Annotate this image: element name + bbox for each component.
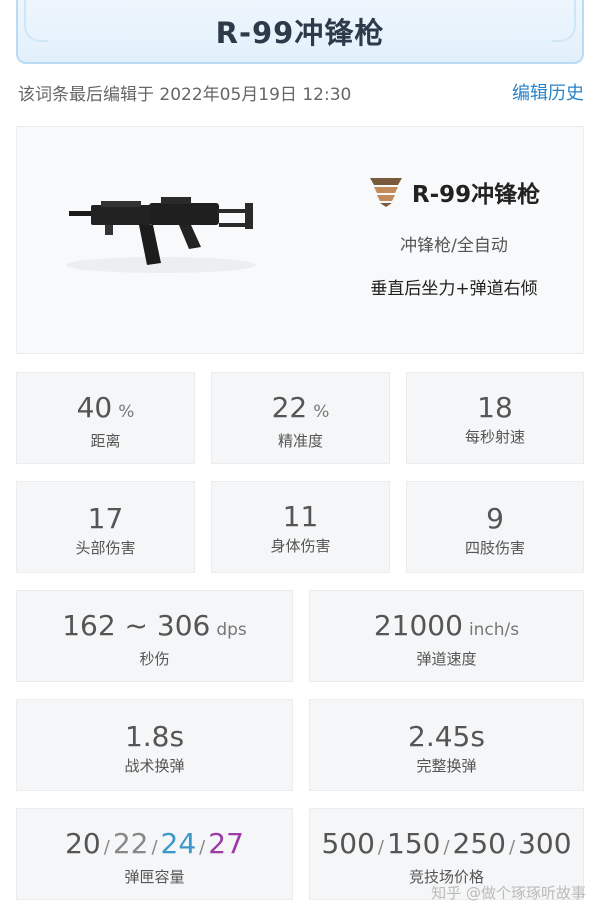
stat-body-damage: 11 身体伤害 [211,481,390,573]
stat-value: 162 ~ 306 [62,609,211,642]
edit-meta: 该词条最后编辑于 2022年05月19日 12:30 编辑历史 [18,78,584,106]
stat-label: 弹匣容量 [124,868,185,886]
stat-value: 1.8s [124,720,185,753]
price-value: 250 [452,827,506,860]
stat-label: 战术换弹 [124,757,185,775]
last-edited-text: 该词条最后编辑于 2022年05月19日 12:30 [18,84,352,105]
stat-limb-damage: 9 四肢伤害 [406,481,584,573]
stat-tactical-reload: 1.8s 战术换弹 [16,699,293,791]
stat-label: 弹道速度 [416,650,477,668]
stat-label: 秒伤 [139,650,170,668]
watermark: 知乎 @做个琢琢听故事 [431,884,586,902]
stat-value: 22 [271,391,308,424]
stat-label: 精准度 [277,432,323,450]
weapon-name: R-99冲锋枪 [411,182,541,208]
stat-accuracy: 22% 精准度 [211,372,390,464]
stat-full-reload: 2.45s 完整换弹 [309,699,584,791]
weapon-recoil: 垂直后坐力+弹道右倾 [370,279,538,299]
magazine-value: 24 [160,827,197,860]
stat-magazine: 20/22/24/27 弹匣容量 [16,808,293,900]
magazine-value: 20 [65,827,101,860]
magazine-value: 22 [112,827,149,860]
stat-projectile-speed: 21000 inch/s 弹道速度 [309,590,584,682]
stat-fire-rate: 18 每秒射速 [406,372,584,464]
stat-value: 11 [282,500,319,533]
banner-corner-left [24,0,48,42]
stat-dps: 162 ~ 306 dps 秒伤 [16,590,293,682]
stat-value: 18 [477,391,513,424]
separator: / [199,837,206,858]
weapon-type: 冲锋枪/全自动 [400,236,508,256]
page-title: R-99冲锋枪 [215,16,385,50]
title-banner: R-99冲锋枪 [16,0,584,64]
magazine-value: 27 [208,827,244,860]
banner-corner-right [552,0,576,42]
stat-head-damage: 17 头部伤害 [16,481,195,573]
separator: / [151,837,158,858]
stat-label: 完整换弹 [416,757,477,775]
price-value: 300 [518,827,572,860]
stat-value: 9 [486,502,504,535]
separator: / [103,837,110,858]
separator: / [508,837,516,858]
edit-history-link[interactable]: 编辑历史 [512,79,584,105]
stat-value: 40 [76,391,113,424]
weapon-info: R-99冲锋枪 冲锋枪/全自动 垂直后坐力+弹道右倾 [329,175,579,299]
weapon-card: R-99冲锋枪 冲锋枪/全自动 垂直后坐力+弹道右倾 [16,126,584,354]
stat-label: 每秒射速 [464,428,525,446]
r99-smg-image [66,197,256,273]
price-value: 500 [321,827,375,860]
stat-label: 四肢伤害 [464,539,525,557]
stat-value: 2.45s [408,720,485,753]
stat-value: 21000 [373,609,463,642]
weapon-name-row: R-99冲锋枪 [329,175,579,209]
stat-unit: % [118,402,135,422]
separator: / [443,837,450,858]
price-value: 150 [387,827,441,860]
stat-unit: inch/s [468,620,520,640]
stat-label: 距离 [90,432,121,450]
stat-unit: % [313,402,330,422]
stat-label: 头部伤害 [75,539,136,557]
stat-value: 17 [87,502,124,535]
stat-label: 身体伤害 [270,537,331,555]
separator: / [377,837,384,858]
stat-range: 40% 距离 [16,372,195,464]
ammo-light-icon [369,178,402,207]
stat-unit: dps [216,620,247,640]
